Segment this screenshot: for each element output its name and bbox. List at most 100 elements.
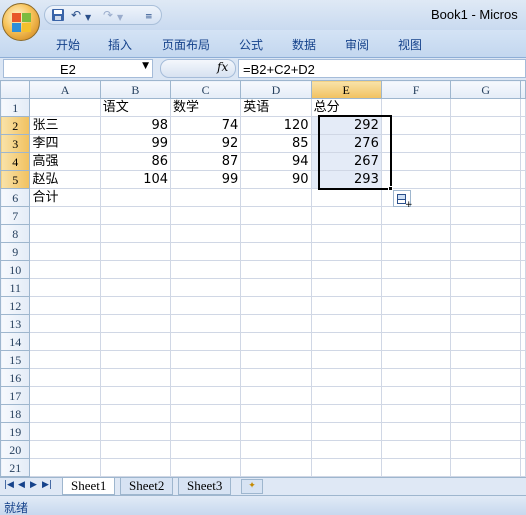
row-header[interactable]: 3 bbox=[0, 134, 31, 153]
cell-f15[interactable] bbox=[380, 350, 452, 369]
cell-overflow[interactable] bbox=[520, 386, 526, 405]
cell-f21[interactable] bbox=[380, 458, 452, 477]
cell-e15[interactable] bbox=[310, 350, 382, 369]
cell-overflow[interactable] bbox=[520, 296, 526, 315]
cell-b9[interactable] bbox=[99, 242, 172, 261]
cell-f4[interactable] bbox=[380, 152, 452, 171]
cell-d3[interactable]: 85 bbox=[240, 134, 312, 153]
prev-sheet-icon[interactable]: ◀ bbox=[18, 480, 25, 490]
cell-overflow[interactable] bbox=[520, 422, 526, 441]
tab-page-layout[interactable]: 页面布局 bbox=[162, 36, 210, 53]
row-header[interactable]: 2 bbox=[0, 116, 31, 135]
cell-b18[interactable] bbox=[99, 404, 172, 423]
cell-e21[interactable] bbox=[310, 458, 382, 477]
row-header[interactable]: 8 bbox=[0, 224, 31, 243]
cell-b12[interactable] bbox=[99, 296, 172, 315]
cell-c16[interactable] bbox=[170, 368, 242, 387]
office-button[interactable] bbox=[2, 3, 40, 41]
row-header[interactable]: 14 bbox=[0, 332, 31, 351]
tab-data[interactable]: 数据 bbox=[292, 36, 316, 53]
cell-e14[interactable] bbox=[310, 332, 382, 351]
row-header[interactable]: 10 bbox=[0, 260, 31, 279]
row-header[interactable]: 20 bbox=[0, 440, 31, 459]
cell-e11[interactable] bbox=[310, 278, 382, 297]
row-header[interactable]: 4 bbox=[0, 152, 31, 171]
cell-c21[interactable] bbox=[170, 458, 242, 477]
cell-d12[interactable] bbox=[240, 296, 312, 315]
chevron-down-icon[interactable]: ▼ bbox=[142, 61, 149, 71]
cell-g17[interactable] bbox=[450, 386, 521, 405]
redo-dropdown-icon[interactable]: ▼ bbox=[117, 11, 123, 25]
cell-f19[interactable] bbox=[380, 422, 452, 441]
cell-b15[interactable] bbox=[99, 350, 172, 369]
cell-g19[interactable] bbox=[450, 422, 521, 441]
cell-c2[interactable]: 74 bbox=[170, 116, 242, 135]
autofill-options-icon[interactable]: + bbox=[393, 190, 413, 210]
cell-g11[interactable] bbox=[450, 278, 521, 297]
row-header[interactable]: 1 bbox=[0, 98, 31, 117]
cell-d13[interactable] bbox=[240, 314, 312, 333]
cell-f13[interactable] bbox=[380, 314, 452, 333]
column-header-b[interactable]: B bbox=[99, 80, 172, 99]
cell-g21[interactable] bbox=[450, 458, 521, 477]
cell-d14[interactable] bbox=[240, 332, 312, 351]
first-sheet-icon[interactable]: |◀ bbox=[4, 480, 14, 490]
row-header[interactable]: 21 bbox=[0, 458, 31, 477]
floppy-disk-icon[interactable] bbox=[51, 8, 65, 25]
cell-d5[interactable]: 90 bbox=[240, 170, 312, 189]
cell-a12[interactable] bbox=[29, 296, 101, 315]
cell-g13[interactable] bbox=[450, 314, 521, 333]
cell-e17[interactable] bbox=[310, 386, 382, 405]
cell-c17[interactable] bbox=[170, 386, 242, 405]
cell-overflow[interactable] bbox=[520, 314, 526, 333]
cell-d15[interactable] bbox=[240, 350, 312, 369]
cell-e20[interactable] bbox=[310, 440, 382, 459]
cell-e4[interactable]: 267 bbox=[310, 152, 382, 171]
cell-overflow[interactable] bbox=[520, 152, 526, 171]
cell-e1[interactable]: 总分 bbox=[310, 98, 382, 117]
cell-d16[interactable] bbox=[240, 368, 312, 387]
cell-g1[interactable] bbox=[450, 98, 521, 117]
cell-c12[interactable] bbox=[170, 296, 242, 315]
cell-c19[interactable] bbox=[170, 422, 242, 441]
cell-d19[interactable] bbox=[240, 422, 312, 441]
cell-c14[interactable] bbox=[170, 332, 242, 351]
cell-e8[interactable] bbox=[310, 224, 382, 243]
sheet-tab-sheet1[interactable]: Sheet1 bbox=[62, 478, 116, 495]
cell-f12[interactable] bbox=[380, 296, 452, 315]
cell-d9[interactable] bbox=[240, 242, 312, 261]
cell-b2[interactable]: 98 bbox=[99, 116, 172, 135]
cell-overflow[interactable] bbox=[520, 404, 526, 423]
cell-e16[interactable] bbox=[310, 368, 382, 387]
cell-f8[interactable] bbox=[380, 224, 452, 243]
cell-g3[interactable] bbox=[450, 134, 521, 153]
cell-d4[interactable]: 94 bbox=[240, 152, 312, 171]
column-header-g[interactable]: G bbox=[450, 80, 521, 99]
cell-c9[interactable] bbox=[170, 242, 242, 261]
row-header[interactable]: 11 bbox=[0, 278, 31, 297]
cell-a20[interactable] bbox=[29, 440, 101, 459]
cell-d7[interactable] bbox=[240, 206, 312, 225]
cell-c18[interactable] bbox=[170, 404, 242, 423]
column-header-c[interactable]: C bbox=[170, 80, 242, 99]
cell-b5[interactable]: 104 bbox=[99, 170, 172, 189]
cell-overflow[interactable] bbox=[520, 116, 526, 135]
cell-f14[interactable] bbox=[380, 332, 452, 351]
cell-f9[interactable] bbox=[380, 242, 452, 261]
cell-c10[interactable] bbox=[170, 260, 242, 279]
cell-f18[interactable] bbox=[380, 404, 452, 423]
cell-e10[interactable] bbox=[310, 260, 382, 279]
cell-c3[interactable]: 92 bbox=[170, 134, 242, 153]
cell-f2[interactable] bbox=[380, 116, 452, 135]
row-header[interactable]: 5 bbox=[0, 170, 31, 189]
row-header[interactable]: 9 bbox=[0, 242, 31, 261]
cell-g12[interactable] bbox=[450, 296, 521, 315]
cell-b20[interactable] bbox=[99, 440, 172, 459]
cell-a2[interactable]: 张三 bbox=[29, 116, 101, 135]
cell-d11[interactable] bbox=[240, 278, 312, 297]
cell-overflow[interactable] bbox=[520, 134, 526, 153]
row-header[interactable]: 15 bbox=[0, 350, 31, 369]
cell-e2[interactable]: 292 bbox=[310, 116, 382, 135]
cell-e18[interactable] bbox=[310, 404, 382, 423]
last-sheet-icon[interactable]: ▶| bbox=[42, 480, 52, 490]
